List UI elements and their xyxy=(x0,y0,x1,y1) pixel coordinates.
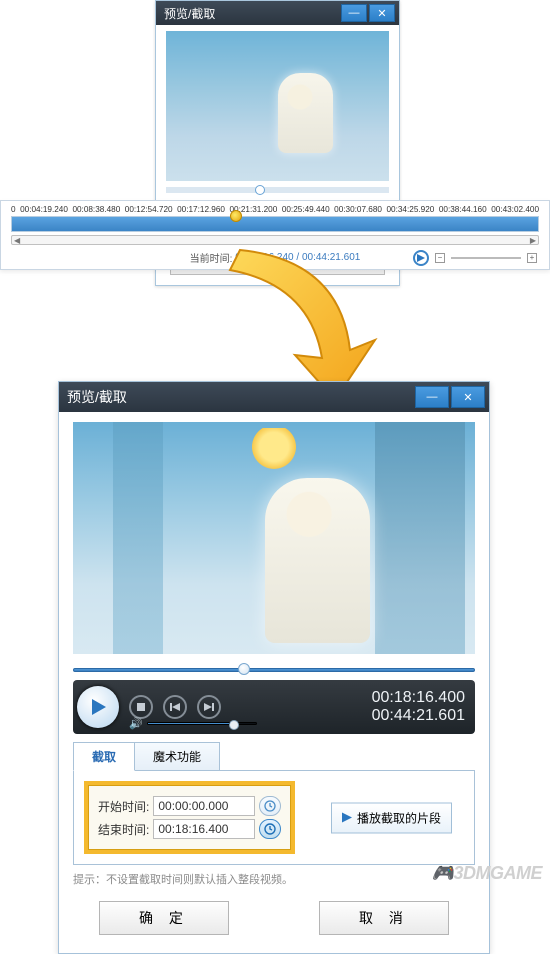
close-button[interactable]: ✕ xyxy=(369,4,395,22)
tick: 00:08:38.480 xyxy=(72,205,120,214)
total-time: 00:44:21.601 xyxy=(372,707,465,725)
tick: 00:34:25.920 xyxy=(387,205,435,214)
timeline-ticks: 0 00:04:19.240 00:08:38.480 00:12:54.720… xyxy=(5,205,545,214)
timeline-playhead[interactable] xyxy=(230,210,242,222)
end-time-row: 结束时间: 00:18:16.400 xyxy=(98,819,281,839)
scroll-right-icon[interactable]: ▶ xyxy=(530,236,536,245)
start-time-input[interactable]: 00:00:00.000 xyxy=(153,796,255,816)
start-time-label: 开始时间: xyxy=(98,798,149,815)
set-end-button[interactable] xyxy=(259,819,281,839)
step-back-button[interactable] xyxy=(163,695,187,719)
video-content-figure xyxy=(278,73,333,153)
end-time-input[interactable]: 00:18:16.400 xyxy=(153,819,255,839)
cancel-button[interactable]: 取 消 xyxy=(319,901,449,935)
video-preview xyxy=(73,422,475,654)
play-icon xyxy=(342,813,352,823)
play-button[interactable] xyxy=(77,686,119,728)
stop-icon xyxy=(137,703,145,711)
seek-track xyxy=(73,668,475,672)
video-preview xyxy=(166,31,389,181)
tick: 00:43:02.400 xyxy=(491,205,539,214)
volume-slider[interactable] xyxy=(147,722,257,725)
volume-up-button[interactable]: + xyxy=(527,253,537,263)
stop-button[interactable] xyxy=(129,695,153,719)
tick: 0 xyxy=(11,205,16,214)
start-time-row: 开始时间: 00:00:00.000 xyxy=(98,796,281,816)
set-start-button[interactable] xyxy=(259,796,281,816)
bg-column xyxy=(375,422,465,654)
window-title: 预览/截取 xyxy=(63,387,413,407)
titlebar[interactable]: 预览/截取 — ✕ xyxy=(156,1,399,25)
clock-set-icon xyxy=(264,823,276,835)
timeline-range xyxy=(12,217,538,231)
tick: 00:04:19.240 xyxy=(20,205,68,214)
tick: 00:12:54.720 xyxy=(125,205,173,214)
volume-down-button[interactable]: − xyxy=(435,253,445,263)
titlebar[interactable]: 预览/截取 — ✕ xyxy=(59,382,489,412)
watermark: 🎮3DMGAME xyxy=(432,863,542,884)
step-forward-button[interactable] xyxy=(197,695,221,719)
scroll-left-icon[interactable]: ◀ xyxy=(14,236,20,245)
time-display: 00:18:16.400 00:44:21.601 xyxy=(372,689,465,726)
mascot-icon xyxy=(246,428,302,470)
transport-bar: 00:18:16.400 00:44:21.601 🔊 xyxy=(73,680,475,734)
play-button[interactable] xyxy=(413,250,429,266)
video-content-figure xyxy=(265,478,370,643)
dialog-buttons: 确 定 取 消 xyxy=(59,887,489,953)
play-segment-button[interactable]: 播放截取的片段 xyxy=(331,802,452,833)
volume-slider[interactable] xyxy=(451,257,521,259)
step-back-icon xyxy=(170,703,180,711)
tab-magic[interactable]: 魔术功能 xyxy=(134,742,220,771)
play-icon xyxy=(417,254,425,262)
tick: 00:38:44.160 xyxy=(439,205,487,214)
timeline-ruler[interactable] xyxy=(11,216,539,232)
tick: 00:30:07.680 xyxy=(334,205,382,214)
tick: 00:25:49.440 xyxy=(282,205,330,214)
tab-pane-cut: 开始时间: 00:00:00.000 结束时间: 00:18:16.400 播放… xyxy=(73,770,475,865)
tab-cut[interactable]: 截取 xyxy=(73,742,135,771)
time-range-highlight: 开始时间: 00:00:00.000 结束时间: 00:18:16.400 xyxy=(84,781,295,854)
speaker-icon[interactable]: 🔊 xyxy=(129,717,143,730)
minimize-button[interactable]: — xyxy=(341,4,367,22)
seek-thumb[interactable] xyxy=(238,663,250,675)
clock-set-icon xyxy=(264,800,276,812)
timeline-controls: − + xyxy=(413,250,537,266)
minimize-button[interactable]: — xyxy=(415,386,449,408)
play-icon xyxy=(89,698,107,716)
end-time-label: 结束时间: xyxy=(98,821,149,838)
ok-button[interactable]: 确 定 xyxy=(99,901,229,935)
hint-text: 提示：不设置截取时间则默认插入整段视频。 xyxy=(73,871,475,887)
tab-bar: 截取 魔术功能 xyxy=(73,742,475,771)
window-title: 预览/截取 xyxy=(160,5,339,22)
step-forward-icon xyxy=(204,703,214,711)
preview-cut-window-large: 预览/截取 — ✕ 00:18:16.400 00:44:21.601 🔊 xyxy=(58,381,490,954)
play-segment-label: 播放截取的片段 xyxy=(357,809,441,826)
seek-bar[interactable] xyxy=(166,187,389,193)
volume-row: 🔊 xyxy=(129,717,257,730)
seek-bar[interactable] xyxy=(73,664,475,674)
elapsed-time: 00:18:16.400 xyxy=(372,689,465,707)
tick: 00:17:12.960 xyxy=(177,205,225,214)
bg-column xyxy=(113,422,163,654)
close-button[interactable]: ✕ xyxy=(451,386,485,408)
